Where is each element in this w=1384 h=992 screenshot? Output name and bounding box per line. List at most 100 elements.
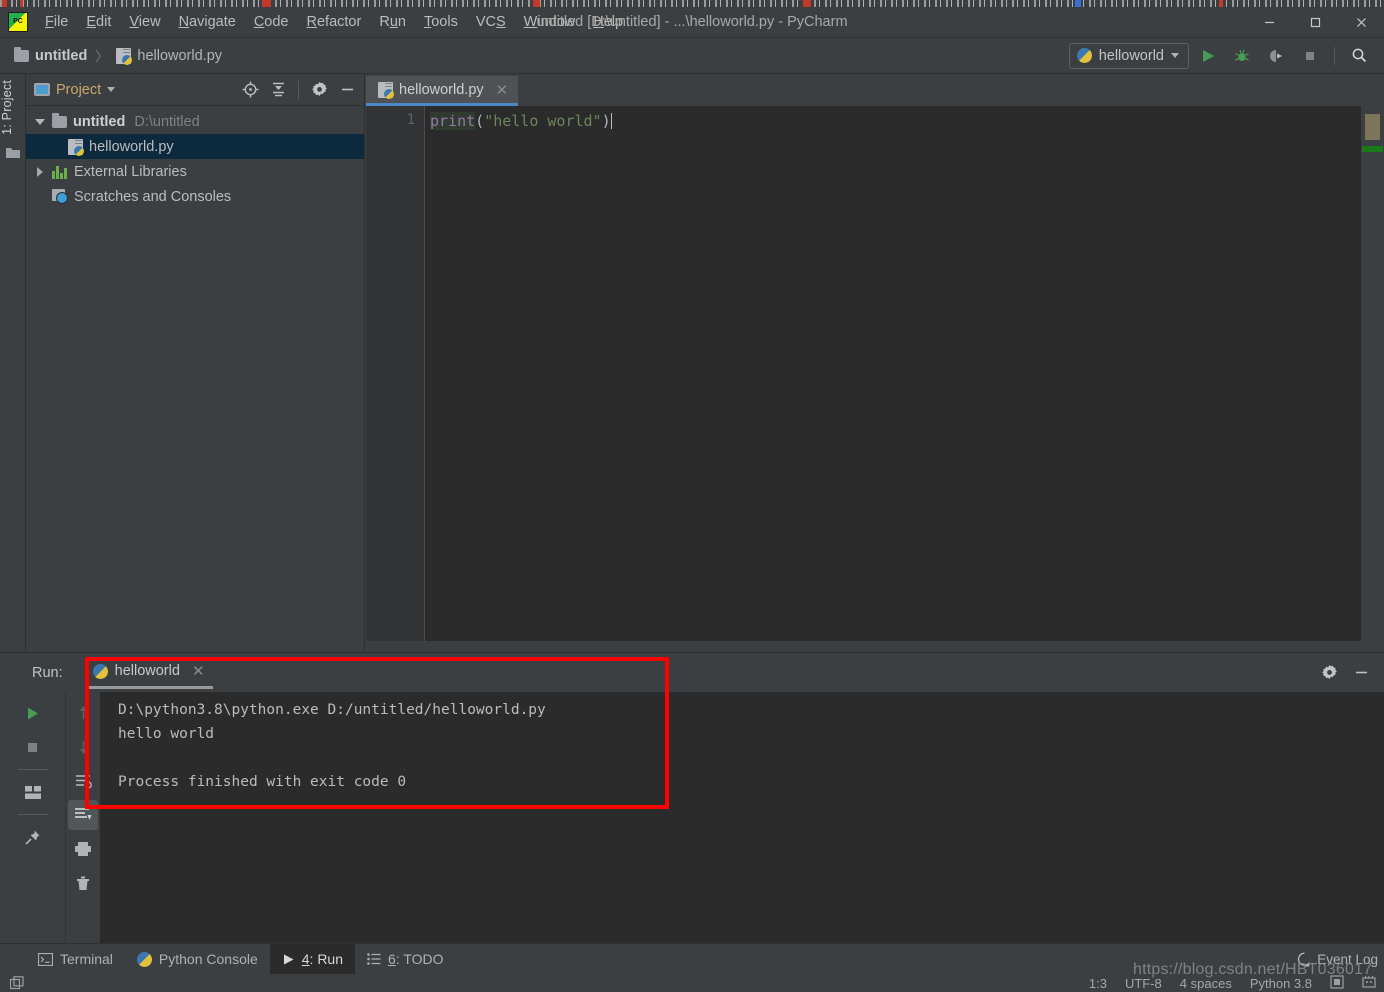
capture-artifact-strip <box>0 0 1384 7</box>
tree-item-external-libraries[interactable]: External Libraries <box>26 159 364 184</box>
bottom-tab-terminal-label: Terminal <box>60 951 113 967</box>
editor-area: helloworld.py ✕ 1 print("hello world") <box>366 74 1384 652</box>
libraries-icon <box>52 165 68 179</box>
minimize-button[interactable] <box>1246 7 1292 38</box>
sidebar-tab-project[interactable]: 1: Project <box>0 74 26 141</box>
menu-refactor[interactable]: Refactor <box>298 10 371 34</box>
pycharm-logo-icon <box>8 12 28 32</box>
bottom-tab-run-label: 4: Run <box>301 951 344 967</box>
menu-run[interactable]: Run <box>370 10 415 34</box>
editor-tab-helloworld[interactable]: helloworld.py ✕ <box>366 76 519 106</box>
chevron-down-icon[interactable] <box>107 87 116 92</box>
locate-icon[interactable] <box>237 77 263 103</box>
project-panel-title: Project <box>56 81 102 98</box>
stop-button[interactable] <box>1295 42 1325 70</box>
pin-icon[interactable] <box>18 822 48 852</box>
bottom-tab-run[interactable]: 4: Run <box>269 943 356 975</box>
menu-edit[interactable]: Edit <box>77 10 120 34</box>
project-tree[interactable]: untitled D:\untitled helloworld.py Exter… <box>26 106 364 209</box>
window-controls[interactable] <box>1246 7 1384 38</box>
breadcrumb-file[interactable]: helloworld.py <box>116 47 222 65</box>
bottom-tab-terminal[interactable]: Terminal <box>26 944 125 975</box>
maximize-button[interactable] <box>1292 7 1338 38</box>
editor-scrollbar[interactable] <box>1361 106 1384 652</box>
python-file-icon <box>116 47 133 65</box>
up-icon[interactable] <box>68 698 98 728</box>
close-icon[interactable]: ✕ <box>496 81 509 99</box>
todo-icon <box>367 953 381 965</box>
minimize-icon[interactable] <box>1346 658 1376 688</box>
search-button[interactable] <box>1344 42 1374 70</box>
folder-icon <box>52 112 67 128</box>
sidebar-tab-project-label: 1: Project <box>0 80 14 135</box>
line-separator-icon[interactable] <box>10 975 25 991</box>
down-icon[interactable] <box>68 732 98 762</box>
python-icon <box>92 663 108 679</box>
soft-wrap-icon[interactable] <box>68 766 98 796</box>
tree-item-helloworld-label: helloworld.py <box>89 138 174 155</box>
menu-window[interactable]: Window <box>515 10 585 34</box>
expand-arrow-right-icon[interactable] <box>32 166 48 177</box>
tree-item-scratches[interactable]: Scratches and Consoles <box>26 184 364 209</box>
editor-tab-label: helloworld.py <box>399 81 484 98</box>
menu-bar[interactable]: File Edit View Navigate Code Refactor Ru… <box>36 10 632 34</box>
tree-item-helloworld[interactable]: helloworld.py <box>26 134 364 159</box>
run-console-output[interactable]: D:\python3.8\python.exe D:/untitled/hell… <box>100 692 1384 944</box>
clear-all-icon[interactable] <box>68 868 98 898</box>
menu-tools[interactable]: Tools <box>415 10 467 34</box>
rerun-icon[interactable] <box>18 698 48 728</box>
code-editor[interactable]: 1 print("hello world") <box>366 106 1384 652</box>
menu-navigate[interactable]: Navigate <box>170 10 245 34</box>
line-number-gutter: 1 <box>366 106 425 652</box>
code-token-function: print <box>430 112 476 130</box>
scrollbar-thumb[interactable] <box>1365 114 1380 140</box>
run-tab-helloworld[interactable]: helloworld ✕ <box>84 656 213 689</box>
toolbar-divider <box>17 769 48 770</box>
tree-item-untitled[interactable]: untitled D:\untitled <box>26 109 364 134</box>
run-with-coverage-button[interactable] <box>1261 42 1291 70</box>
code-content[interactable]: print("hello world") <box>425 106 1384 652</box>
debug-button[interactable] <box>1227 42 1257 70</box>
vcs-change-marker <box>1362 146 1383 152</box>
menu-vcs[interactable]: VCS <box>467 10 515 34</box>
run-button[interactable] <box>1193 42 1223 70</box>
toolbar-divider <box>17 814 48 815</box>
breadcrumb-separator: 〉 <box>95 49 109 64</box>
menu-help[interactable]: Help <box>584 10 632 34</box>
caret-position[interactable]: 1:3 <box>1089 976 1107 991</box>
console-line-4: Process finished with exit code 0 <box>118 774 407 790</box>
stop-icon[interactable] <box>18 732 48 762</box>
bottom-tab-todo[interactable]: 6: TODO <box>355 944 456 975</box>
console-side-toolbar <box>66 692 100 944</box>
hide-panel-icon[interactable] <box>334 77 360 103</box>
breadcrumb-project-label: untitled <box>35 47 88 64</box>
bottom-tab-todo-label: 6: TODO <box>388 951 444 967</box>
python-file-icon <box>378 81 394 99</box>
run-side-toolbar <box>0 692 66 944</box>
menu-view[interactable]: View <box>120 10 169 34</box>
gear-icon[interactable] <box>1314 658 1344 688</box>
scroll-to-end-icon[interactable] <box>68 800 98 830</box>
print-icon[interactable] <box>68 834 98 864</box>
scratches-icon <box>52 189 68 204</box>
tree-item-untitled-label: untitled <box>73 113 126 130</box>
layout-icon[interactable] <box>18 777 48 807</box>
close-button[interactable] <box>1338 7 1384 38</box>
navigation-bar: untitled 〉 helloworld.py helloworld <box>0 38 1384 74</box>
menu-code[interactable]: Code <box>245 10 298 34</box>
close-icon[interactable]: ✕ <box>192 662 205 680</box>
run-tab-label: helloworld <box>114 663 180 679</box>
code-token-string: "hello world" <box>484 112 602 130</box>
bottom-tab-python-console[interactable]: Python Console <box>125 944 270 975</box>
python-icon <box>1076 48 1092 63</box>
breadcrumb-project[interactable]: untitled <box>14 46 88 64</box>
gear-icon[interactable] <box>306 77 332 103</box>
panel-divider <box>298 80 299 99</box>
text-caret <box>610 113 612 129</box>
collapse-all-icon[interactable] <box>265 77 291 103</box>
run-window-header: Run: helloworld ✕ <box>0 653 1384 692</box>
run-configuration-selector[interactable]: helloworld <box>1068 42 1189 69</box>
expand-arrow-down-icon[interactable] <box>32 118 48 125</box>
console-line-1: D:\python3.8\python.exe D:/untitled/hell… <box>118 702 546 718</box>
menu-file[interactable]: File <box>36 10 77 34</box>
